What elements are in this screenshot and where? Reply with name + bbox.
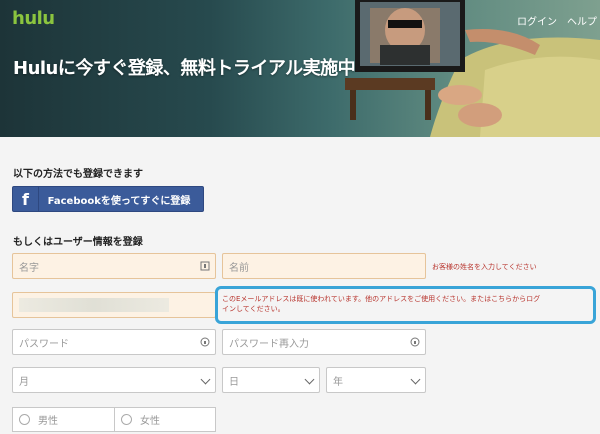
chevron-down-icon <box>410 374 421 385</box>
lock-icon <box>200 337 210 347</box>
email-value-blurred <box>19 298 169 312</box>
gender-male-radio[interactable]: 男性 <box>12 407 115 432</box>
year-label: 年 <box>333 376 343 388</box>
error-highlight-box <box>215 286 596 324</box>
gender-female-radio[interactable]: 女性 <box>114 407 216 432</box>
facebook-signup-button[interactable]: f Facebookを使ってすぐに登録 <box>12 186 204 212</box>
page-headline: Huluに今すぐ登録、無料トライアル実施中 <box>13 58 356 79</box>
last-name-placeholder: 名字 <box>19 262 39 274</box>
lock-icon <box>410 337 420 347</box>
radio-circle-icon <box>121 414 132 425</box>
chevron-down-icon <box>304 374 315 385</box>
card-icon <box>200 261 210 271</box>
first-name-field[interactable]: 名前 <box>222 253 426 279</box>
password-placeholder: パスワード <box>19 338 69 350</box>
radio-circle-icon <box>19 414 30 425</box>
birth-month-select[interactable]: 月 <box>12 367 216 393</box>
facebook-icon: f <box>13 187 39 211</box>
first-name-placeholder: 名前 <box>229 262 249 274</box>
hulu-logo[interactable]: hulu <box>12 8 55 29</box>
password-confirm-placeholder: パスワード再入力 <box>229 338 309 350</box>
hero-banner: hulu ログイン ヘルプ Huluに今すぐ登録、無料トライアル実施中 <box>0 0 600 137</box>
password-confirm-field[interactable]: パスワード再入力 <box>222 329 426 355</box>
name-error-message: お客様の姓名を入力してください <box>432 263 537 271</box>
gender-male-label: 男性 <box>38 416 58 427</box>
day-label: 日 <box>229 376 239 388</box>
birth-day-select[interactable]: 日 <box>222 367 320 393</box>
birth-year-select[interactable]: 年 <box>326 367 426 393</box>
password-field[interactable]: パスワード <box>12 329 216 355</box>
help-link[interactable]: ヘルプ <box>567 13 597 28</box>
social-signup-title: 以下の方法でも登録できます <box>13 169 143 180</box>
login-link[interactable]: ログイン <box>517 13 557 28</box>
month-label: 月 <box>19 376 29 388</box>
facebook-signup-label: Facebookを使ってすぐに登録 <box>47 195 191 207</box>
last-name-field[interactable]: 名字 <box>12 253 216 279</box>
email-field[interactable] <box>12 292 216 318</box>
form-title: もしくはユーザー情報を登録 <box>13 237 143 248</box>
gender-female-label: 女性 <box>140 416 160 427</box>
chevron-down-icon <box>200 374 211 385</box>
